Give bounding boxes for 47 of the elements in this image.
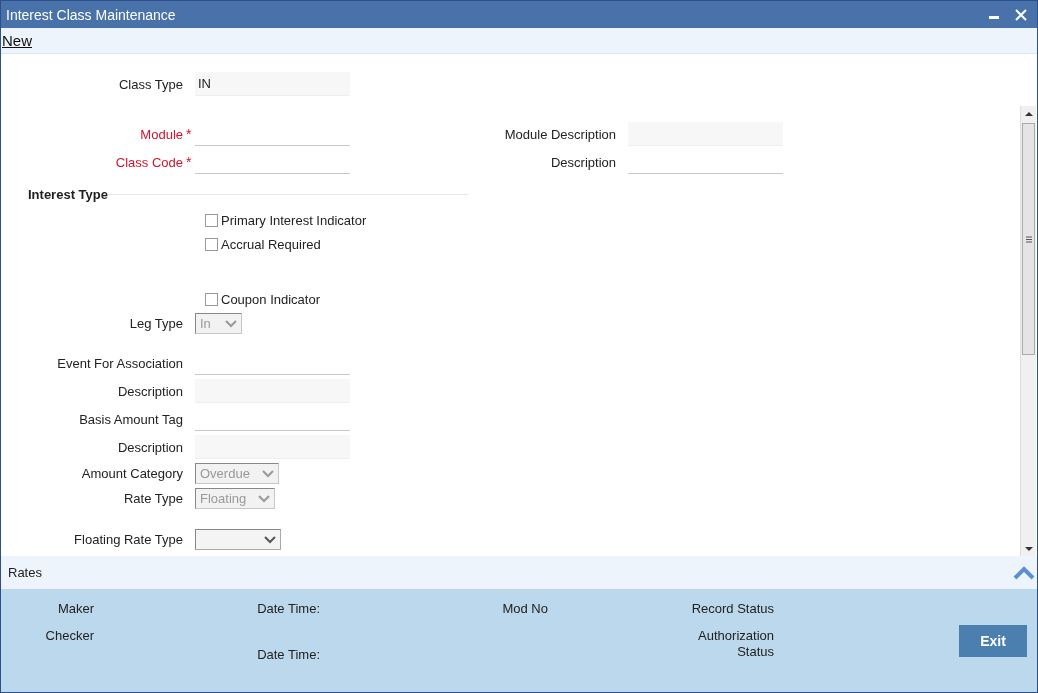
footer-label: Date Time:	[257, 647, 320, 663]
field-label: Rate Type	[122, 491, 183, 506]
close-icon	[1015, 8, 1027, 21]
close-button[interactable]	[1013, 6, 1029, 23]
field-label: Leg Type	[128, 316, 183, 331]
field-label: Description	[116, 383, 183, 399]
window-title: Interest Class Maintenance	[6, 6, 177, 23]
field-label: Module Description	[503, 126, 616, 142]
field-label: Amount Category	[80, 466, 183, 481]
grip-icon	[1025, 235, 1032, 243]
read-only-field[interactable]: IN	[195, 72, 350, 96]
footer-label: Mod No	[502, 601, 548, 617]
footer-label: Maker	[57, 601, 94, 617]
field-label: Class Type	[117, 76, 183, 92]
field-label: Class Code	[114, 154, 183, 170]
footer-label: Authorization Status	[697, 628, 774, 660]
dropdown[interactable]	[195, 529, 281, 550]
rates-label: Rates	[8, 565, 42, 580]
scroll-up-icon[interactable]	[1024, 111, 1033, 117]
field-label: Description	[116, 439, 183, 455]
checkbox[interactable]	[205, 237, 218, 251]
checkbox[interactable]	[205, 292, 218, 306]
caret-icon	[225, 319, 237, 328]
scrollbar[interactable]	[1020, 106, 1036, 556]
section-title: Interest Type	[28, 186, 108, 202]
field-label: Floating Rate Type	[73, 532, 183, 547]
footer-label: Checker	[45, 628, 94, 644]
caret-icon	[264, 535, 276, 544]
caret-icon	[258, 494, 271, 503]
field-label: Event For Association	[56, 355, 183, 371]
collapse-chevron-icon[interactable]	[1013, 565, 1035, 580]
caret-icon	[261, 469, 274, 478]
field-label: Module	[139, 126, 183, 142]
scroll-down-icon[interactable]	[1024, 546, 1033, 552]
field-label: Description	[549, 154, 616, 170]
checkbox-option[interactable]: Primary Interest Indicator	[205, 212, 367, 228]
exit-button[interactable]: Exit	[959, 625, 1027, 657]
required-mark: *	[185, 126, 193, 142]
footer-label: Record Status	[691, 601, 774, 617]
footer-label: Date Time:	[257, 601, 320, 617]
checkbox[interactable]	[205, 213, 218, 227]
field-label: Basis Amount Tag	[78, 411, 183, 427]
new-link[interactable]: New	[2, 32, 32, 49]
checkbox-option[interactable]: Coupon Indicator	[205, 291, 320, 307]
required-mark: *	[185, 154, 193, 170]
minimize-icon	[989, 16, 999, 19]
checkbox-option[interactable]: Accrual Required	[205, 236, 321, 252]
